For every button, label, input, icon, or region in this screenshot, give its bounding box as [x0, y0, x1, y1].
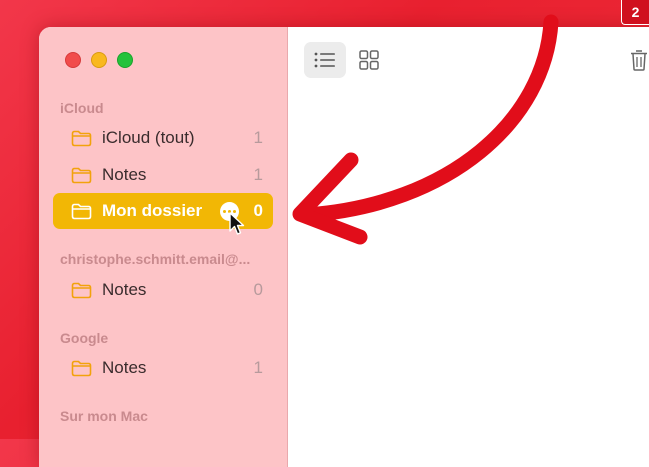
sidebar-item-notes-icloud[interactable]: Notes 1 [53, 157, 273, 193]
sidebar-item-label: Notes [102, 165, 147, 184]
trash-icon [631, 50, 647, 71]
window-controls [65, 52, 133, 68]
sidebar-item-notes-google[interactable]: Notes 1 [53, 350, 273, 386]
step-badge: 2 [621, 0, 649, 25]
sidebar-item-label: Notes [102, 358, 147, 377]
minimize-button[interactable] [91, 52, 107, 68]
delete-button[interactable] [624, 42, 649, 78]
folder-icon [71, 203, 92, 219]
section-title-email-account: christophe.schmitt.email@... [60, 251, 251, 267]
mouse-cursor-icon [229, 212, 245, 235]
sidebar-item-label: Notes [102, 280, 147, 299]
sidebar-item-label: Mon dossier [102, 201, 203, 220]
folder-icon [71, 130, 92, 146]
sidebar-item-label: iCloud (tout) [102, 128, 195, 147]
folder-icon [71, 282, 92, 298]
sidebar-item-icloud-all[interactable]: iCloud (tout) 1 [53, 120, 273, 156]
note-count: 0 [253, 201, 263, 220]
notes-window: iCloud iCloud (tout) 1 Notes 1 Mon dossi… [39, 27, 649, 467]
gallery-view-icon [359, 50, 379, 70]
folder-icon [71, 360, 92, 376]
gallery-view-button[interactable] [348, 42, 390, 78]
section-title-on-my-mac: Sur mon Mac [60, 408, 148, 424]
folder-icon [71, 167, 92, 183]
list-view-icon [314, 52, 335, 68]
note-count: 0 [253, 280, 263, 299]
zoom-button[interactable] [117, 52, 133, 68]
note-count: 1 [253, 358, 263, 377]
section-title-google: Google [60, 330, 109, 346]
sidebar: iCloud iCloud (tout) 1 Notes 1 Mon dossi… [39, 27, 288, 467]
list-view-button[interactable] [304, 42, 346, 78]
sidebar-item-notes-email[interactable]: Notes 0 [53, 272, 273, 308]
close-button[interactable] [65, 52, 81, 68]
note-count: 1 [253, 165, 263, 184]
section-title-icloud: iCloud [60, 100, 104, 116]
note-count: 1 [253, 128, 263, 147]
